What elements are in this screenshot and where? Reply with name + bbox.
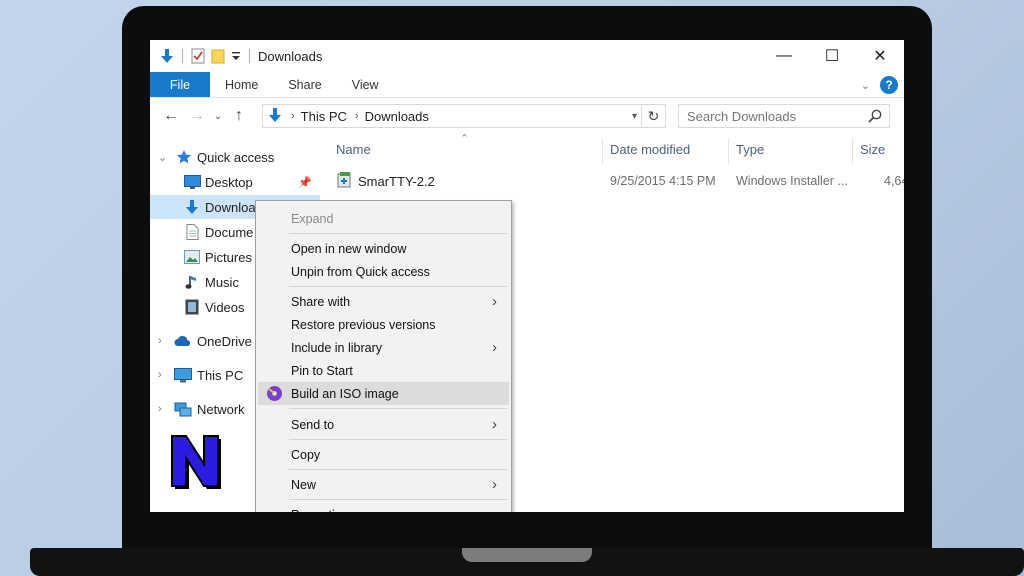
submenu-arrow-icon: ›: [492, 416, 497, 433]
submenu-arrow-icon: ›: [492, 339, 497, 356]
menu-divider: [289, 286, 507, 287]
laptop-notch: [462, 548, 592, 562]
menu-item-expand[interactable]: Expand: [258, 207, 509, 230]
menu-item-new[interactable]: New ›: [258, 473, 509, 496]
submenu-arrow-icon: ›: [492, 293, 497, 310]
menu-item-copy[interactable]: Copy: [258, 443, 509, 466]
menu-divider: [289, 469, 507, 470]
menu-item-build-iso-image[interactable]: Build an ISO image: [258, 382, 509, 405]
menu-divider: [289, 439, 507, 440]
menu-item-pin-to-start[interactable]: Pin to Start: [258, 359, 509, 382]
menu-item-label: Share with: [291, 294, 351, 309]
menu-item-unpin-from-quick-access[interactable]: Unpin from Quick access: [258, 260, 509, 283]
menu-item-label: Build an ISO image: [291, 386, 399, 401]
context-menu-layer: Expand Open in new window Unpin from Qui…: [150, 40, 904, 512]
menu-item-label: Send to: [291, 417, 335, 432]
menu-divider: [289, 233, 507, 234]
menu-item-label: New: [291, 477, 317, 492]
menu-divider: [289, 408, 507, 409]
menu-item-send-to[interactable]: Send to ›: [258, 413, 509, 436]
menu-item-share-with[interactable]: Share with ›: [258, 290, 509, 313]
context-menu: Expand Open in new window Unpin from Qui…: [255, 200, 512, 512]
menu-item-include-in-library[interactable]: Include in library ›: [258, 336, 509, 359]
menu-divider: [289, 499, 507, 500]
menu-item-restore-previous-versions[interactable]: Restore previous versions: [258, 313, 509, 336]
menu-item-open-in-new-window[interactable]: Open in new window: [258, 237, 509, 260]
menu-item-label: Include in library: [291, 340, 383, 355]
iso-builder-icon: [266, 385, 283, 405]
submenu-arrow-icon: ›: [492, 476, 497, 493]
menu-item-properties[interactable]: Properties: [258, 503, 509, 513]
